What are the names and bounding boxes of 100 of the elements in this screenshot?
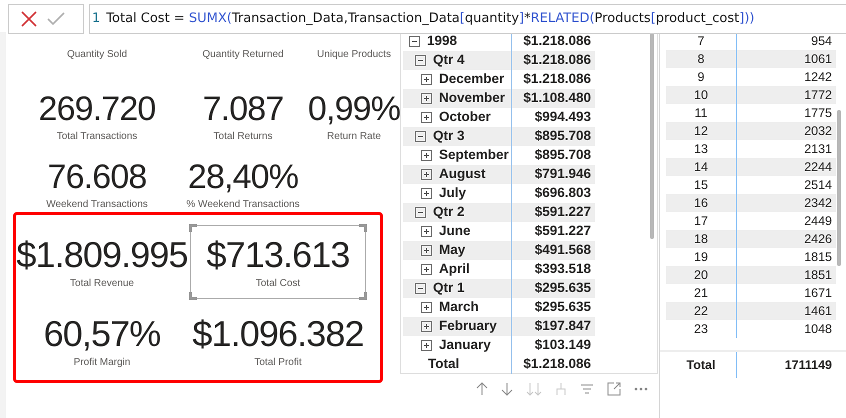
kpi-value: 60,57% bbox=[44, 312, 160, 354]
resize-handle[interactable] bbox=[189, 224, 197, 232]
kpi-label: Return Rate bbox=[327, 130, 381, 144]
table-cell-text: 17 bbox=[693, 212, 709, 230]
collapse-icon[interactable] bbox=[415, 131, 426, 142]
table-cell-text: 20 bbox=[693, 266, 709, 284]
row-value: $1.218.086 bbox=[522, 51, 592, 70]
table-cell-text: 1851 bbox=[803, 266, 833, 284]
total-label: Total bbox=[686, 356, 716, 374]
expand-icon[interactable] bbox=[421, 150, 432, 161]
resize-handle[interactable] bbox=[189, 292, 197, 300]
more-options-icon[interactable] bbox=[634, 387, 648, 391]
row-value: $295.635 bbox=[534, 279, 592, 298]
row-label: April bbox=[439, 260, 470, 278]
formula-text: Total Cost = SUMX(Transaction_Data,Transaction_Data[quantity]*RELATED(Products[product_cost])) bbox=[106, 10, 754, 28]
table-cell-text: 2131 bbox=[803, 140, 833, 158]
arrow-up-icon[interactable] bbox=[476, 382, 488, 396]
collapse-icon[interactable] bbox=[415, 283, 426, 294]
row-value: $295.635 bbox=[534, 298, 592, 316]
table-cell-text: 10 bbox=[693, 86, 709, 104]
table-cell-text: 16 bbox=[693, 194, 709, 212]
scrollbar[interactable] bbox=[837, 110, 841, 266]
table-cell-text: 13 bbox=[693, 140, 709, 158]
selected-visual[interactable]: $713.613 Total Cost bbox=[190, 225, 366, 299]
expand-icon[interactable] bbox=[421, 302, 432, 313]
table-cell-text: 1461 bbox=[803, 302, 833, 320]
scrollbar[interactable] bbox=[650, 33, 654, 239]
collapse-icon[interactable] bbox=[415, 207, 426, 218]
kpi-label: Quantity Sold bbox=[66, 48, 128, 62]
table-cell-text: 954 bbox=[810, 32, 833, 50]
kpi-card[interactable]: 60,57% Profit Margin bbox=[16, 301, 188, 381]
row-label: November bbox=[439, 89, 506, 108]
check-icon[interactable] bbox=[47, 12, 65, 26]
close-icon[interactable] bbox=[21, 11, 37, 27]
total-label: Total bbox=[427, 355, 460, 374]
row-label: July bbox=[439, 184, 466, 202]
expand-icon[interactable] bbox=[421, 188, 432, 199]
kpi-label: Profit Margin bbox=[74, 356, 130, 370]
total-value: 1711149 bbox=[784, 356, 833, 374]
table-cell-text: 1048 bbox=[803, 320, 833, 338]
kpi-label: Total Profit bbox=[254, 356, 302, 370]
table-cell-text: 1772 bbox=[803, 86, 833, 104]
row-label: May bbox=[439, 241, 466, 260]
focus-mode-icon[interactable] bbox=[607, 382, 621, 396]
row-value: $1.218.086 bbox=[522, 32, 592, 50]
row-label: February bbox=[439, 317, 497, 336]
expand-icon[interactable] bbox=[421, 245, 432, 256]
table-cell-text: 1671 bbox=[803, 284, 833, 302]
resize-handle[interactable] bbox=[359, 292, 367, 300]
row-label: Qtr 4 bbox=[433, 51, 465, 70]
kpi-label: Quantity Returned bbox=[202, 48, 284, 62]
expand-icon[interactable] bbox=[421, 321, 432, 332]
line-number: 1 bbox=[92, 10, 100, 28]
kpi-value: 269.720 bbox=[38, 89, 156, 129]
table-cell-text: 1775 bbox=[803, 104, 833, 122]
table-cell-text: 2449 bbox=[803, 212, 833, 230]
expand-icon[interactable] bbox=[421, 169, 432, 180]
row-value: $591.227 bbox=[534, 203, 592, 222]
resize-handle[interactable] bbox=[359, 224, 367, 232]
collapse-icon[interactable] bbox=[409, 36, 420, 47]
table-cell-text: 21 bbox=[693, 284, 709, 302]
kpi-label: Total Transactions bbox=[56, 130, 138, 144]
kpi-card[interactable]: $1.809.995 Total Revenue bbox=[16, 223, 188, 301]
table-cell-text: 2514 bbox=[803, 176, 833, 194]
row-label: Qtr 3 bbox=[433, 127, 465, 146]
row-value: $994.493 bbox=[534, 108, 592, 126]
kpi-label: Weekend Transactions bbox=[46, 198, 148, 212]
kpi-value: 0,99% bbox=[308, 89, 400, 129]
expand-icon[interactable] bbox=[421, 112, 432, 123]
kpi-value: $713.613 bbox=[206, 234, 350, 276]
formula-field[interactable]: 1 Total Cost = SUMX(Transaction_Data,Transaction_Data[quantity]*RELATED(Products[product_cost])) bbox=[89, 4, 846, 34]
row-value: $1.218.086 bbox=[522, 70, 592, 88]
row-label: December bbox=[439, 70, 504, 88]
row-value: $103.149 bbox=[534, 336, 592, 354]
table-cell-text: 22 bbox=[693, 302, 709, 320]
row-label: Qtr 2 bbox=[433, 203, 465, 222]
table-cell-text: 8 bbox=[696, 50, 706, 68]
row-label: Qtr 1 bbox=[433, 279, 465, 298]
table-cell-text: 14 bbox=[693, 158, 709, 176]
row-value: $1.108.480 bbox=[522, 89, 592, 108]
filter-icon[interactable] bbox=[580, 383, 594, 395]
row-value: $591.227 bbox=[534, 222, 592, 240]
expand-icon[interactable] bbox=[421, 74, 432, 85]
expand-icon[interactable] bbox=[421, 226, 432, 237]
table-cell-text: 2342 bbox=[803, 194, 833, 212]
expand-icon[interactable] bbox=[421, 93, 432, 104]
kpi-value: $1.096.382 bbox=[192, 312, 364, 354]
collapse-icon[interactable] bbox=[415, 55, 426, 66]
kpi-label: Unique Products bbox=[317, 48, 391, 62]
kpi-card[interactable]: $1.096.382 Total Profit bbox=[188, 301, 368, 381]
expand-icon[interactable] bbox=[421, 264, 432, 275]
row-value: $895.708 bbox=[534, 127, 592, 146]
row-label: 1998 bbox=[427, 32, 458, 50]
arrow-down-icon[interactable] bbox=[501, 382, 513, 396]
kpi-label: Total Cost bbox=[256, 276, 300, 290]
table-cell-text: 12 bbox=[693, 122, 709, 140]
kpi-label: Total Returns bbox=[214, 130, 272, 144]
expand-icon[interactable] bbox=[421, 340, 432, 351]
row-label: January bbox=[439, 336, 491, 354]
total-value: $1.218.086 bbox=[522, 355, 592, 374]
